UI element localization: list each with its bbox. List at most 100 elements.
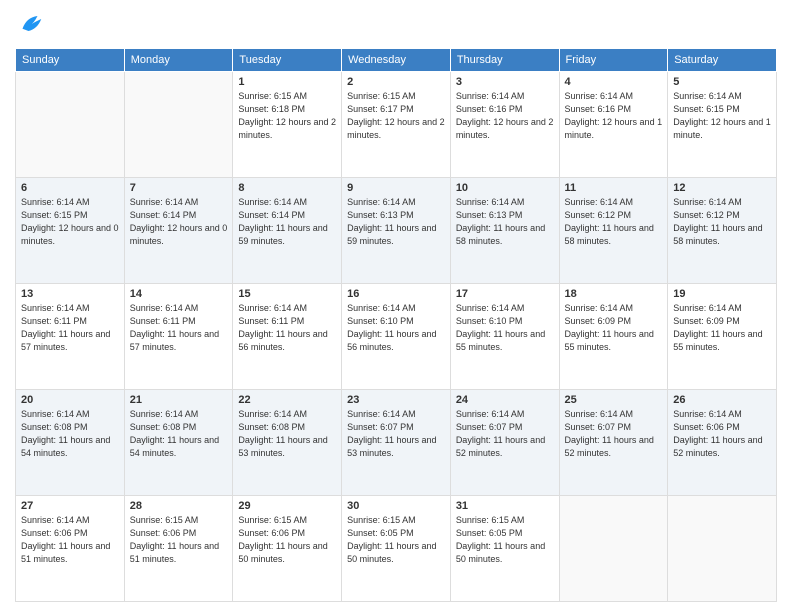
day-info: Sunrise: 6:14 AM Sunset: 6:08 PM Dayligh…: [238, 408, 336, 460]
calendar-day-cell: [16, 72, 125, 178]
day-number: 21: [130, 394, 228, 406]
calendar-day-cell: 27 Sunrise: 6:14 AM Sunset: 6:06 PM Dayli…: [16, 496, 125, 602]
day-number: 26: [673, 394, 771, 406]
day-number: 25: [565, 394, 663, 406]
day-info: Sunrise: 6:14 AM Sunset: 6:06 PM Dayligh…: [21, 514, 119, 566]
calendar-day-cell: [668, 496, 777, 602]
day-number: 18: [565, 288, 663, 300]
day-number: 23: [347, 394, 445, 406]
calendar-header-row: SundayMondayTuesdayWednesdayThursdayFrid…: [16, 49, 777, 72]
day-number: 15: [238, 288, 336, 300]
calendar-week-row: 13 Sunrise: 6:14 AM Sunset: 6:11 PM Dayli…: [16, 284, 777, 390]
day-number: 11: [565, 182, 663, 194]
day-number: 1: [238, 76, 336, 88]
day-number: 13: [21, 288, 119, 300]
header: [15, 10, 777, 40]
page: SundayMondayTuesdayWednesdayThursdayFrid…: [0, 0, 792, 612]
calendar-week-row: 1Sunrise: 6:15 AM Sunset: 6:18 PM Daylig…: [16, 72, 777, 178]
calendar-weekday: Saturday: [668, 49, 777, 72]
day-info: Sunrise: 6:14 AM Sunset: 6:11 PM Dayligh…: [21, 302, 119, 354]
day-info: Sunrise: 6:15 AM Sunset: 6:06 PM Dayligh…: [238, 514, 336, 566]
day-info: Sunrise: 6:15 AM Sunset: 6:06 PM Dayligh…: [130, 514, 228, 566]
calendar-day-cell: 5 Sunrise: 6:14 AM Sunset: 6:15 PM Daylig…: [668, 72, 777, 178]
calendar-weekday: Tuesday: [233, 49, 342, 72]
day-info: Sunrise: 6:14 AM Sunset: 6:09 PM Dayligh…: [673, 302, 771, 354]
calendar-weekday: Thursday: [450, 49, 559, 72]
calendar-weekday: Monday: [124, 49, 233, 72]
day-info: Sunrise: 6:14 AM Sunset: 6:15 PM Dayligh…: [21, 196, 119, 248]
calendar-day-cell: 31 Sunrise: 6:15 AM Sunset: 6:05 PM Dayli…: [450, 496, 559, 602]
calendar-day-cell: 8 Sunrise: 6:14 AM Sunset: 6:14 PM Daylig…: [233, 178, 342, 284]
day-info: Sunrise: 6:14 AM Sunset: 6:08 PM Dayligh…: [130, 408, 228, 460]
logo-icon: [15, 10, 45, 40]
day-number: 30: [347, 500, 445, 512]
day-number: 3: [456, 76, 554, 88]
day-info: Sunrise: 6:14 AM Sunset: 6:11 PM Dayligh…: [238, 302, 336, 354]
day-info: Sunrise: 6:14 AM Sunset: 6:10 PM Dayligh…: [347, 302, 445, 354]
day-info: Sunrise: 6:14 AM Sunset: 6:12 PM Dayligh…: [673, 196, 771, 248]
calendar-day-cell: 12 Sunrise: 6:14 AM Sunset: 6:12 PM Dayli…: [668, 178, 777, 284]
calendar-day-cell: 14 Sunrise: 6:14 AM Sunset: 6:11 PM Dayli…: [124, 284, 233, 390]
day-info: Sunrise: 6:14 AM Sunset: 6:11 PM Dayligh…: [130, 302, 228, 354]
calendar-day-cell: 20 Sunrise: 6:14 AM Sunset: 6:08 PM Dayli…: [16, 390, 125, 496]
logo: [15, 10, 49, 40]
day-info: Sunrise: 6:14 AM Sunset: 6:10 PM Dayligh…: [456, 302, 554, 354]
day-info: Sunrise: 6:14 AM Sunset: 6:15 PM Dayligh…: [673, 90, 771, 142]
calendar-day-cell: 19 Sunrise: 6:14 AM Sunset: 6:09 PM Dayli…: [668, 284, 777, 390]
day-number: 31: [456, 500, 554, 512]
calendar-day-cell: 1Sunrise: 6:15 AM Sunset: 6:18 PM Daylig…: [233, 72, 342, 178]
day-info: Sunrise: 6:14 AM Sunset: 6:14 PM Dayligh…: [238, 196, 336, 248]
day-info: Sunrise: 6:15 AM Sunset: 6:17 PM Dayligh…: [347, 90, 445, 142]
calendar-day-cell: 15 Sunrise: 6:14 AM Sunset: 6:11 PM Dayli…: [233, 284, 342, 390]
calendar-day-cell: 13 Sunrise: 6:14 AM Sunset: 6:11 PM Dayli…: [16, 284, 125, 390]
calendar-table: SundayMondayTuesdayWednesdayThursdayFrid…: [15, 48, 777, 602]
day-number: 17: [456, 288, 554, 300]
calendar-day-cell: 24Sunrise: 6:14 AM Sunset: 6:07 PM Dayli…: [450, 390, 559, 496]
calendar-day-cell: [124, 72, 233, 178]
calendar-day-cell: 9 Sunrise: 6:14 AM Sunset: 6:13 PM Daylig…: [342, 178, 451, 284]
day-number: 19: [673, 288, 771, 300]
calendar-day-cell: 16 Sunrise: 6:14 AM Sunset: 6:10 PM Dayli…: [342, 284, 451, 390]
day-number: 24: [456, 394, 554, 406]
day-number: 22: [238, 394, 336, 406]
day-number: 2: [347, 76, 445, 88]
day-info: Sunrise: 6:14 AM Sunset: 6:08 PM Dayligh…: [21, 408, 119, 460]
calendar-day-cell: 11 Sunrise: 6:14 AM Sunset: 6:12 PM Dayli…: [559, 178, 668, 284]
calendar-day-cell: 2 Sunrise: 6:15 AM Sunset: 6:17 PM Daylig…: [342, 72, 451, 178]
calendar-day-cell: 23Sunrise: 6:14 AM Sunset: 6:07 PM Dayli…: [342, 390, 451, 496]
calendar-weekday: Wednesday: [342, 49, 451, 72]
day-info: Sunrise: 6:15 AM Sunset: 6:05 PM Dayligh…: [456, 514, 554, 566]
day-number: 14: [130, 288, 228, 300]
calendar-week-row: 27 Sunrise: 6:14 AM Sunset: 6:06 PM Dayli…: [16, 496, 777, 602]
day-number: 5: [673, 76, 771, 88]
day-number: 12: [673, 182, 771, 194]
calendar-day-cell: 28Sunrise: 6:15 AM Sunset: 6:06 PM Dayli…: [124, 496, 233, 602]
day-number: 7: [130, 182, 228, 194]
day-info: Sunrise: 6:15 AM Sunset: 6:05 PM Dayligh…: [347, 514, 445, 566]
day-info: Sunrise: 6:14 AM Sunset: 6:09 PM Dayligh…: [565, 302, 663, 354]
day-info: Sunrise: 6:14 AM Sunset: 6:13 PM Dayligh…: [456, 196, 554, 248]
day-number: 8: [238, 182, 336, 194]
calendar-day-cell: 17 Sunrise: 6:14 AM Sunset: 6:10 PM Dayli…: [450, 284, 559, 390]
calendar-day-cell: 29Sunrise: 6:15 AM Sunset: 6:06 PM Dayli…: [233, 496, 342, 602]
day-number: 20: [21, 394, 119, 406]
calendar-week-row: 6Sunrise: 6:14 AM Sunset: 6:15 PM Daylig…: [16, 178, 777, 284]
day-info: Sunrise: 6:14 AM Sunset: 6:13 PM Dayligh…: [347, 196, 445, 248]
day-info: Sunrise: 6:14 AM Sunset: 6:07 PM Dayligh…: [565, 408, 663, 460]
day-number: 27: [21, 500, 119, 512]
calendar-weekday: Sunday: [16, 49, 125, 72]
calendar-day-cell: 6Sunrise: 6:14 AM Sunset: 6:15 PM Daylig…: [16, 178, 125, 284]
day-info: Sunrise: 6:14 AM Sunset: 6:14 PM Dayligh…: [130, 196, 228, 248]
day-info: Sunrise: 6:14 AM Sunset: 6:06 PM Dayligh…: [673, 408, 771, 460]
day-info: Sunrise: 6:14 AM Sunset: 6:12 PM Dayligh…: [565, 196, 663, 248]
calendar-day-cell: [559, 496, 668, 602]
day-info: Sunrise: 6:14 AM Sunset: 6:16 PM Dayligh…: [456, 90, 554, 142]
day-info: Sunrise: 6:14 AM Sunset: 6:16 PM Dayligh…: [565, 90, 663, 142]
calendar-weekday: Friday: [559, 49, 668, 72]
day-number: 16: [347, 288, 445, 300]
calendar-day-cell: 30 Sunrise: 6:15 AM Sunset: 6:05 PM Dayli…: [342, 496, 451, 602]
day-number: 4: [565, 76, 663, 88]
day-number: 9: [347, 182, 445, 194]
calendar-day-cell: 26 Sunrise: 6:14 AM Sunset: 6:06 PM Dayli…: [668, 390, 777, 496]
calendar-day-cell: 4 Sunrise: 6:14 AM Sunset: 6:16 PM Daylig…: [559, 72, 668, 178]
